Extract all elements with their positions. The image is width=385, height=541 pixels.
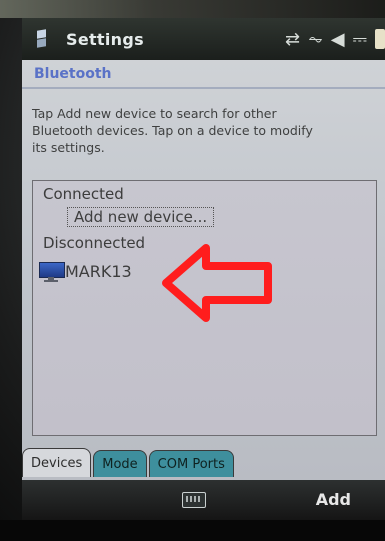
computer-icon	[39, 260, 65, 282]
add-softkey[interactable]: Add	[316, 490, 351, 509]
tab-devices[interactable]: Devices	[22, 448, 92, 477]
list-item-device[interactable]: MARK13	[39, 260, 132, 282]
tab-com-ports[interactable]: COM Ports	[148, 450, 234, 477]
windows-start-icon[interactable]	[34, 30, 56, 48]
disconnected-group-label: Disconnected	[43, 234, 146, 252]
computer-icon-base	[44, 280, 58, 282]
section-title: Bluetooth	[34, 66, 112, 82]
computer-icon-screen	[39, 262, 65, 278]
connected-group-label: Connected	[43, 185, 124, 203]
tab-mode[interactable]: Mode	[93, 450, 147, 477]
phone-screen: Settings ⇄ ⏦ ◀ ⎓ Bluetooth Tap Add new d…	[0, 0, 385, 541]
connectivity-icon[interactable]: ⇄	[285, 29, 300, 50]
no-signal-icon[interactable]: ⏦	[308, 29, 323, 50]
red-arrow-annotation-icon	[162, 244, 272, 322]
window-title: Settings	[66, 29, 144, 49]
section-divider	[22, 87, 385, 89]
battery-icon[interactable]	[375, 29, 385, 49]
tab-bar: Devices Mode COM Ports	[22, 447, 385, 477]
bezel-top	[0, 0, 385, 18]
title-bar: Settings ⇄ ⏦ ◀ ⎓	[22, 18, 385, 60]
power-icon[interactable]: ⎓	[353, 29, 367, 50]
status-icons: ⇄ ⏦ ◀ ⎓	[285, 24, 385, 54]
bottom-bezel	[0, 520, 385, 541]
instructions-text: Tap Add new device to search for other B…	[32, 106, 313, 155]
volume-icon[interactable]: ◀	[331, 29, 345, 50]
add-new-device-item[interactable]: Add new device...	[67, 207, 215, 227]
softkey-bar: Add	[22, 480, 385, 520]
device-name: MARK13	[65, 261, 132, 281]
keyboard-icon[interactable]	[182, 492, 206, 508]
